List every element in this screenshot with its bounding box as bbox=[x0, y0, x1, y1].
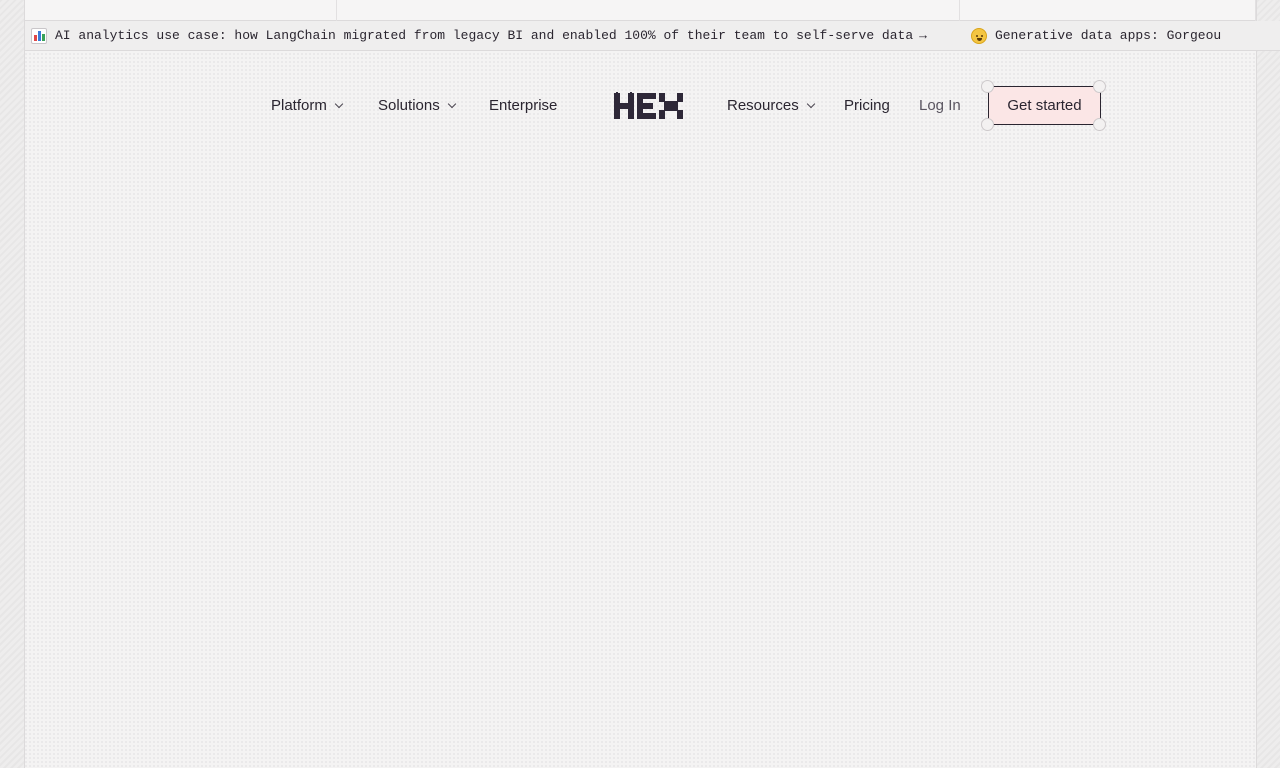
nav-resources[interactable]: Resources bbox=[727, 84, 815, 126]
corner-handle bbox=[981, 118, 994, 131]
chevron-down-icon bbox=[806, 99, 815, 108]
top-strip bbox=[25, 0, 1256, 21]
login-link[interactable]: Log In bbox=[919, 84, 961, 126]
login-label: Log In bbox=[919, 96, 961, 114]
ticker-link-langchain[interactable]: AI analytics use case: how LangChain mig… bbox=[25, 27, 927, 44]
top-strip-cell bbox=[25, 0, 337, 21]
nav-resources-label: Resources bbox=[727, 96, 799, 114]
top-strip-cell bbox=[337, 0, 960, 21]
corner-handle bbox=[1093, 118, 1106, 131]
ticker-link-generative-apps[interactable]: Generative data apps: Gorgeou bbox=[965, 27, 1222, 44]
ticker-text: AI analytics use case: how LangChain mig… bbox=[55, 28, 914, 43]
arrow-right-icon: → bbox=[919, 28, 927, 43]
bar-chart-icon bbox=[31, 27, 47, 44]
nav-enterprise-label: Enterprise bbox=[489, 96, 558, 114]
chevron-down-icon bbox=[334, 99, 344, 108]
nav-pricing-label: Pricing bbox=[844, 96, 890, 114]
chevron-down-icon bbox=[447, 99, 456, 108]
nav-solutions[interactable]: Solutions bbox=[378, 84, 456, 126]
nav-enterprise[interactable]: Enterprise bbox=[489, 84, 557, 126]
get-started-wrapper: Get started bbox=[980, 79, 1108, 133]
top-strip-cell bbox=[960, 0, 1256, 21]
hex-logo-icon bbox=[614, 92, 683, 119]
announcement-ticker: AI analytics use case: how LangChain mig… bbox=[25, 21, 1280, 51]
corner-handle bbox=[1093, 80, 1106, 93]
get-started-button[interactable]: Get started bbox=[988, 86, 1101, 125]
nav-pricing[interactable]: Pricing bbox=[844, 84, 890, 126]
nav-solutions-label: Solutions bbox=[378, 96, 440, 114]
nav-platform[interactable]: Platform bbox=[271, 84, 344, 126]
nav-platform-label: Platform bbox=[271, 96, 327, 114]
exploding-head-icon bbox=[970, 27, 987, 44]
page: AI analytics use case: how LangChain mig… bbox=[0, 0, 1280, 768]
ticker-text: Generative data apps: Gorgeou bbox=[994, 28, 1222, 43]
hex-logo[interactable] bbox=[614, 92, 684, 120]
corner-handle bbox=[981, 80, 994, 93]
